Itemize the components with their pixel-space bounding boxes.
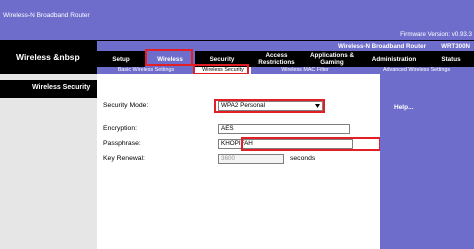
- encryption-label: Encryption:: [103, 125, 138, 132]
- security-mode-label: Security Mode:: [103, 102, 149, 109]
- sub-tabs: Basic Wireless Settings Wireless Securit…: [97, 67, 474, 74]
- tab-access-restrictions[interactable]: Access Restrictions: [249, 51, 304, 67]
- key-renewal-unit: seconds: [290, 155, 316, 162]
- section-header: Wireless &nbsp: [0, 40, 97, 74]
- firmware-bar: Firmware Version: v0.93.3: [0, 28, 474, 40]
- passphrase-label: Passphrase:: [103, 140, 141, 147]
- key-renewal-label: Key Renewal:: [103, 155, 145, 162]
- brand-title: Wireless-N Broadband Router: [3, 12, 90, 19]
- firmware-version: Firmware Version: v0.93.3: [400, 31, 472, 38]
- tab-status[interactable]: Status: [428, 51, 474, 67]
- highlight-passphrase: [241, 137, 381, 151]
- help-link[interactable]: Help...: [394, 104, 414, 111]
- subtab-advanced-wireless-settings[interactable]: Advanced Wireless Settings: [359, 67, 474, 74]
- sidebar-heading-bar: Wireless Security: [0, 80, 97, 98]
- encryption-value: AES: [221, 125, 234, 132]
- tab-setup[interactable]: Setup: [97, 51, 145, 67]
- help-panel: Help...: [380, 74, 474, 249]
- product-name: Wireless-N Broadband Router: [338, 42, 426, 50]
- key-renewal-input[interactable]: 3600: [218, 154, 284, 164]
- subtab-wireless-mac-filter[interactable]: Wireless MAC Filter: [251, 67, 359, 74]
- encryption-select[interactable]: AES: [218, 124, 350, 134]
- key-renewal-value: 3600: [221, 155, 236, 162]
- model-number: WRT300N: [441, 42, 470, 50]
- tab-applications-gaming[interactable]: Applications & Gaming: [304, 51, 360, 67]
- highlight-wireless-tab: [145, 49, 193, 66]
- section-title: Wireless &nbsp: [16, 52, 80, 62]
- subtab-basic-wireless-settings[interactable]: Basic Wireless Settings: [97, 67, 195, 74]
- sidebar: Wireless Security: [0, 74, 97, 249]
- tab-administration[interactable]: Administration: [360, 51, 428, 67]
- highlight-security-mode: [214, 99, 325, 113]
- sidebar-heading: Wireless Security: [32, 84, 91, 91]
